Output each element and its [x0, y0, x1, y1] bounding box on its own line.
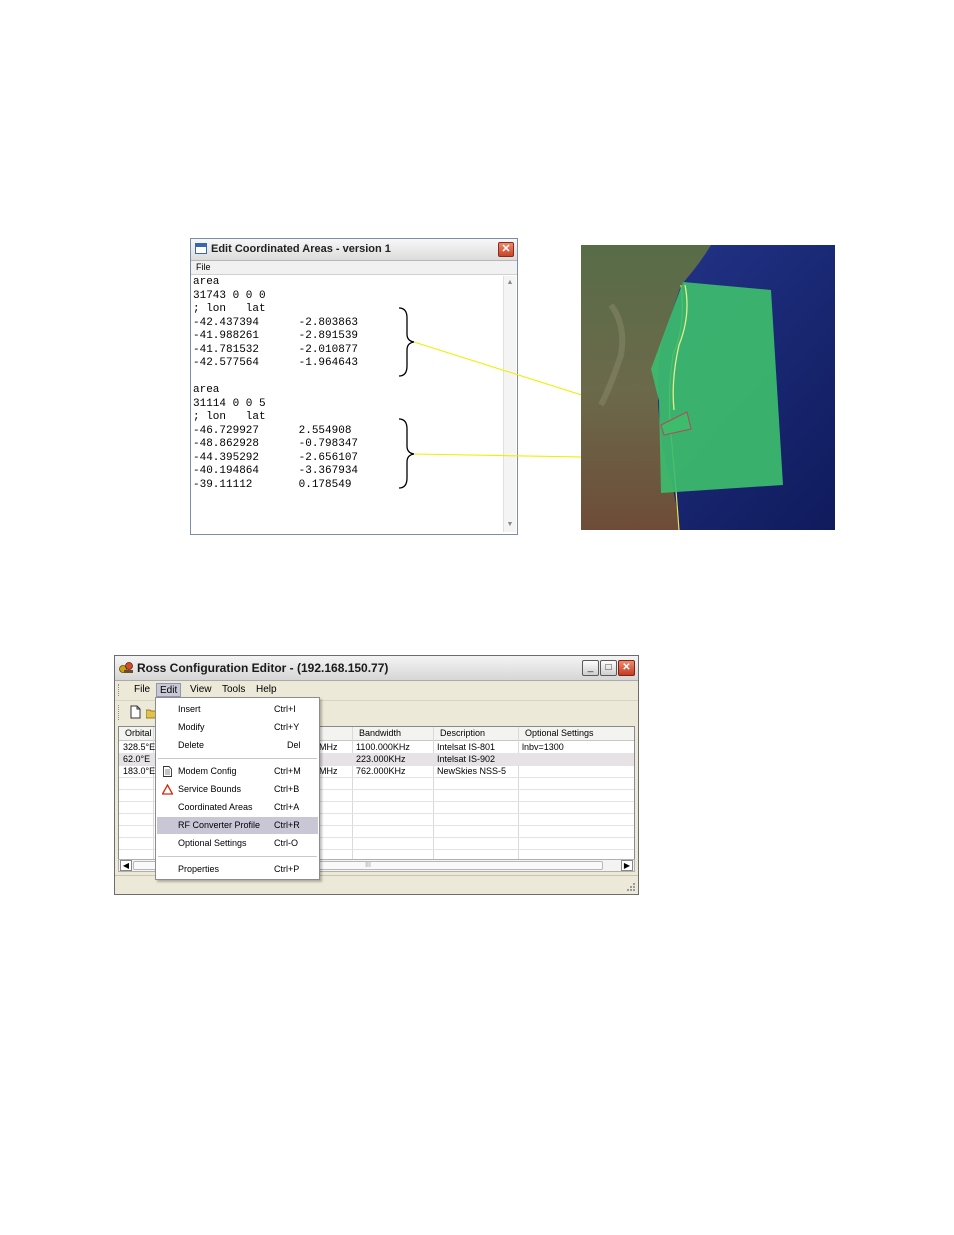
document-icon: [163, 766, 172, 777]
menu-item-coordinated-areas[interactable]: Coordinated Areas Ctrl+A: [157, 799, 318, 816]
cell-orbital: 183.0°E: [123, 766, 156, 776]
cell-optional-settings: lnbv=1300: [522, 742, 564, 752]
map-image: [581, 245, 835, 530]
menu-item-label: Modem Config: [178, 766, 237, 776]
menu-item-shortcut: Ctrl+I: [274, 704, 296, 714]
ross-window-title: Ross Configuration Editor - (192.168.150…: [137, 661, 389, 675]
cell-bandwidth: 1100.000KHz: [356, 742, 410, 752]
menu-item-shortcut: Ctrl-O: [274, 838, 298, 848]
menu-item-label: Modify: [178, 722, 205, 732]
menu-item-shortcut: Ctrl+A: [274, 802, 300, 812]
menu-item-optional-settings[interactable]: Optional Settings Ctrl-O: [157, 835, 318, 852]
close-button[interactable]: ✕: [618, 660, 635, 676]
menu-edit[interactable]: Edit: [156, 683, 182, 697]
new-file-icon[interactable]: [130, 705, 141, 719]
minimize-button[interactable]: _: [582, 660, 599, 676]
menu-item-properties[interactable]: Properties Ctrl+P: [157, 861, 318, 878]
edit-dropdown-menu: Insert Ctrl+I Modify Ctrl+Y Delete Del M…: [155, 697, 320, 880]
cell-description: Intelsat IS-902: [437, 754, 496, 764]
menu-item-label: Insert: [178, 704, 201, 714]
menu-item-label: Service Bounds: [178, 784, 242, 794]
menu-item-label: Coordinated Areas: [178, 802, 253, 812]
cell-orbital: 62.0°E: [123, 754, 151, 764]
menu-item-insert[interactable]: Insert Ctrl+I: [157, 701, 318, 718]
menu-tools[interactable]: Tools: [219, 683, 248, 697]
menu-item-service-bounds[interactable]: Service Bounds Ctrl+B: [157, 781, 318, 798]
menu-item-shortcut: Del: [287, 740, 301, 750]
menu-item-shortcut: Ctrl+M: [274, 766, 301, 776]
menu-item-modify[interactable]: Modify Ctrl+Y: [157, 719, 318, 736]
menu-item-label: RF Converter Profile: [178, 820, 261, 830]
menubar-grip[interactable]: [118, 684, 121, 696]
menu-separator: [158, 758, 317, 759]
cell-description: NewSkies NSS-5: [437, 766, 507, 776]
menu-item-label: Properties: [178, 864, 220, 874]
toolbar-grip[interactable]: [118, 705, 121, 720]
menu-help[interactable]: Help: [253, 683, 280, 697]
menu-file[interactable]: File: [131, 683, 153, 697]
menu-item-delete[interactable]: Delete Del: [157, 737, 318, 754]
cell-bandwidth: 762.000KHz: [356, 766, 406, 776]
menu-item-label: Optional Settings: [178, 838, 247, 848]
menu-item-label: Delete: [178, 740, 205, 750]
curly-brace-icon: [398, 307, 415, 377]
column-header-description[interactable]: Description: [440, 727, 485, 740]
brace-group-1: [398, 307, 415, 489]
ross-app-icon: [119, 662, 133, 673]
menu-item-shortcut: Ctrl+Y: [274, 722, 300, 732]
ross-titlebar[interactable]: Ross Configuration Editor - (192.168.150…: [115, 656, 638, 681]
menu-separator: [158, 856, 317, 857]
column-header-orbital[interactable]: Orbital: [125, 727, 152, 740]
menu-item-shortcut: Ctrl+B: [274, 784, 300, 794]
menu-item-shortcut: Ctrl+P: [274, 864, 300, 874]
curly-brace-icon: [398, 418, 415, 489]
scroll-left-icon[interactable]: ◀: [120, 860, 132, 871]
scroll-right-icon[interactable]: ▶: [621, 860, 633, 871]
menu-view[interactable]: View: [187, 683, 215, 697]
menu-item-modem-config[interactable]: Modem Config Ctrl+M: [157, 763, 318, 780]
resize-grip-icon[interactable]: [625, 881, 636, 892]
menu-item-shortcut: Ctrl+R: [274, 820, 300, 830]
menu-item-rf-converter-profile[interactable]: RF Converter Profile Ctrl+R: [157, 817, 318, 834]
cell-orbital: 328.5°E: [123, 742, 156, 752]
maximize-button[interactable]: □: [600, 660, 617, 676]
column-header-optional-settings[interactable]: Optional Settings: [525, 727, 594, 740]
column-header-bandwidth[interactable]: Bandwidth: [359, 727, 401, 740]
warning-triangle-icon: [162, 784, 173, 795]
cell-description: Intelsat IS-801: [437, 742, 496, 752]
cell-bandwidth: 223.000KHz: [356, 754, 406, 764]
satellite-coverage-map: [581, 245, 835, 530]
